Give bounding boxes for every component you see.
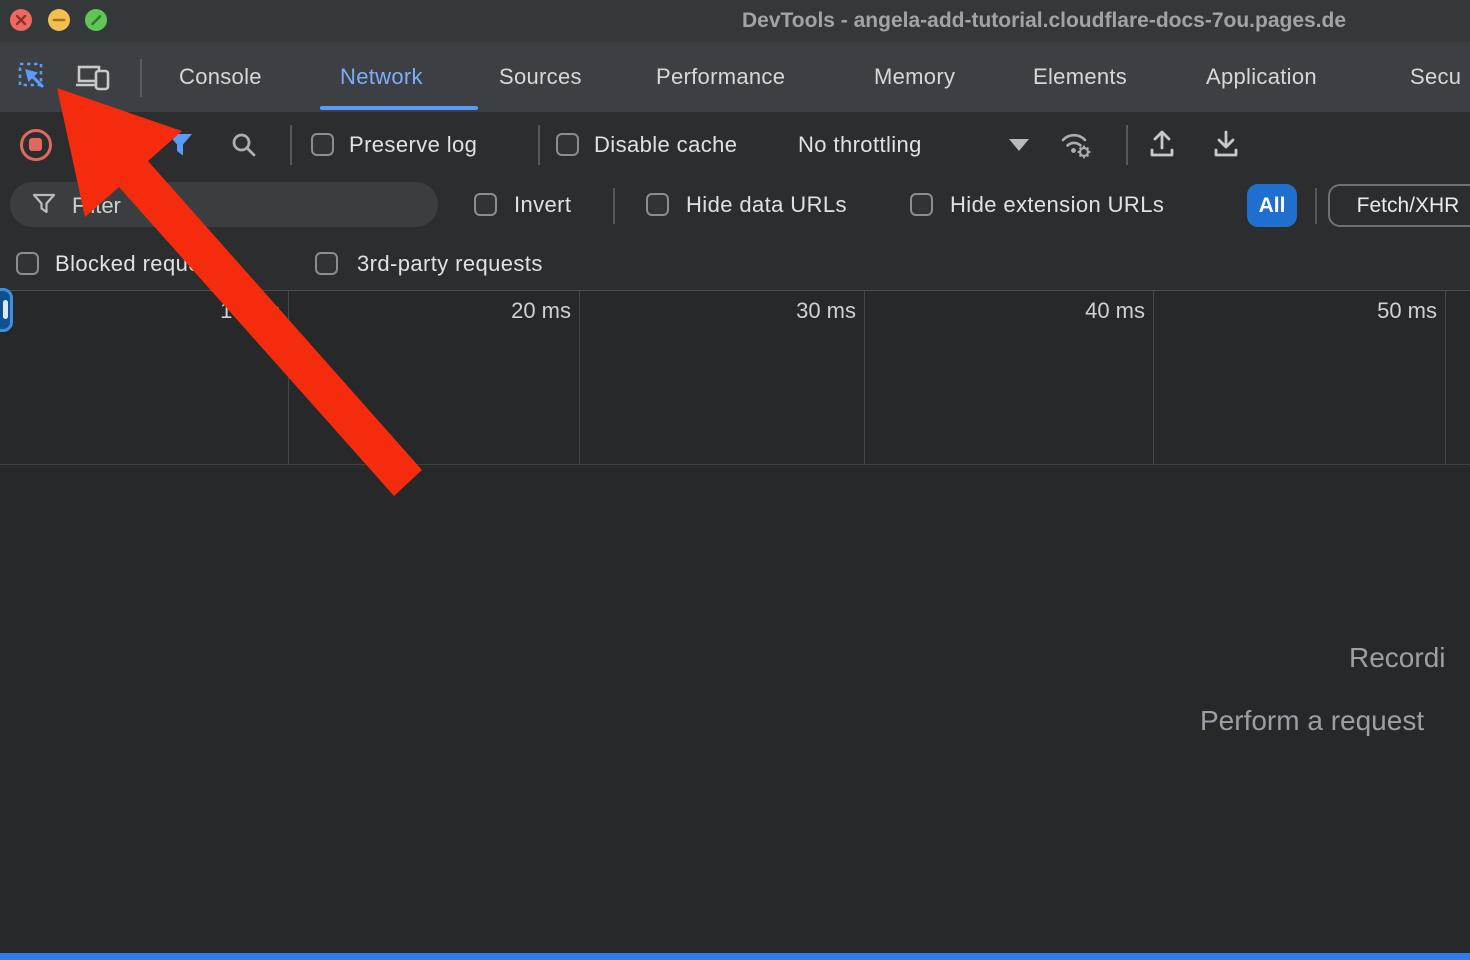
tab-network[interactable]: Network bbox=[340, 42, 423, 112]
overview-badge-sliver bbox=[3, 300, 8, 319]
blocked-requests-checkbox[interactable] bbox=[16, 252, 39, 275]
toolbar-separator bbox=[290, 125, 292, 165]
tab-application[interactable]: Application bbox=[1206, 42, 1317, 112]
hide-data-urls-label[interactable]: Hide data URLs bbox=[686, 193, 847, 217]
filter-separator bbox=[1315, 188, 1317, 224]
tab-elements[interactable]: Elements bbox=[1033, 42, 1127, 112]
preserve-log-label[interactable]: Preserve log bbox=[349, 133, 477, 157]
bottom-accent-bar bbox=[0, 953, 1470, 960]
tabbar-separator bbox=[140, 59, 142, 97]
zoom-window-button[interactable] bbox=[85, 9, 107, 31]
active-tab-underline bbox=[320, 106, 478, 110]
timeline-tick-30ms: 30 ms bbox=[704, 298, 856, 324]
network-conditions-button[interactable] bbox=[1058, 129, 1094, 166]
chevron-down-icon[interactable] bbox=[1009, 139, 1029, 151]
hide-extension-urls-checkbox[interactable] bbox=[910, 193, 933, 216]
third-party-requests-checkbox[interactable] bbox=[315, 252, 338, 275]
window-title: DevTools - angela-add-tutorial.cloudflar… bbox=[742, 9, 1346, 33]
funnel-outline-icon bbox=[32, 193, 56, 220]
tab-memory[interactable]: Memory bbox=[874, 42, 955, 112]
toolbar-separator bbox=[139, 125, 141, 165]
funnel-icon bbox=[167, 144, 193, 161]
timeline-gridline bbox=[864, 291, 865, 464]
import-har-button[interactable] bbox=[1148, 129, 1176, 164]
inspect-cursor-icon bbox=[18, 79, 48, 96]
record-stop-icon bbox=[29, 138, 42, 151]
filter-separator bbox=[613, 188, 615, 224]
wifi-gear-icon bbox=[1058, 148, 1094, 165]
timeline-bottom-border bbox=[0, 464, 1470, 465]
timeline-tick-40ms: 40 ms bbox=[993, 298, 1145, 324]
upload-icon bbox=[1148, 146, 1176, 163]
devtools-tabbar: Console Network Sources Performance Memo… bbox=[0, 42, 1470, 112]
tab-sources[interactable]: Sources bbox=[499, 42, 582, 112]
search-icon bbox=[230, 146, 258, 163]
device-toolbar-icon bbox=[76, 80, 112, 97]
disable-cache-label[interactable]: Disable cache bbox=[594, 133, 737, 157]
download-icon bbox=[1212, 146, 1240, 163]
blocked-requests-label[interactable]: Blocked requests bbox=[55, 252, 230, 276]
minimize-window-button[interactable] bbox=[48, 9, 70, 31]
empty-state-hint-text: Perform a request bbox=[1200, 705, 1424, 737]
invert-checkbox[interactable] bbox=[474, 193, 497, 216]
toolbar-separator bbox=[1126, 125, 1128, 165]
filter-input[interactable] bbox=[70, 182, 424, 229]
window-titlebar: DevTools - angela-add-tutorial.cloudflar… bbox=[0, 0, 1470, 42]
tab-security[interactable]: Secu bbox=[1410, 42, 1461, 112]
preserve-log-checkbox[interactable] bbox=[311, 133, 334, 156]
hide-data-urls-checkbox[interactable] bbox=[646, 193, 669, 216]
timeline-tick-20ms: 20 ms bbox=[419, 298, 571, 324]
inspect-element-button[interactable] bbox=[18, 62, 48, 92]
search-button[interactable] bbox=[230, 131, 258, 164]
toggle-device-toolbar-button[interactable] bbox=[76, 63, 112, 93]
third-party-requests-label[interactable]: 3rd-party requests bbox=[357, 252, 543, 276]
timeline-gridline bbox=[1153, 291, 1154, 464]
timeline-gridline bbox=[579, 291, 580, 464]
tab-console[interactable]: Console bbox=[179, 42, 262, 112]
timeline-tick-50ms: 50 ms bbox=[1285, 298, 1437, 324]
timeline-gridline bbox=[1445, 291, 1446, 464]
clipped-overview-badge bbox=[0, 288, 13, 332]
filter-toggle-button[interactable] bbox=[167, 133, 193, 162]
throttling-select[interactable]: No throttling bbox=[798, 133, 922, 157]
request-type-all-chip[interactable]: All bbox=[1247, 184, 1297, 227]
toolbar-separator bbox=[538, 125, 540, 165]
tab-performance[interactable]: Performance bbox=[656, 42, 785, 112]
timeline-top-border bbox=[0, 290, 1470, 291]
disable-cache-checkbox[interactable] bbox=[556, 133, 579, 156]
timeline-tick-10ms: 10 ms bbox=[128, 298, 280, 324]
record-network-log-button[interactable] bbox=[20, 129, 52, 161]
timeline-gridline bbox=[288, 291, 289, 464]
invert-label[interactable]: Invert bbox=[514, 193, 571, 217]
filter-field[interactable] bbox=[10, 182, 438, 227]
request-type-fetch-xhr-chip[interactable]: Fetch/XHR bbox=[1328, 184, 1470, 227]
clear-network-log-button[interactable] bbox=[79, 132, 105, 158]
empty-state-recording-text: Recordi bbox=[1349, 642, 1445, 674]
hide-extension-urls-label[interactable]: Hide extension URLs bbox=[950, 193, 1164, 217]
export-har-button[interactable] bbox=[1212, 129, 1240, 164]
close-window-button[interactable] bbox=[10, 9, 32, 31]
